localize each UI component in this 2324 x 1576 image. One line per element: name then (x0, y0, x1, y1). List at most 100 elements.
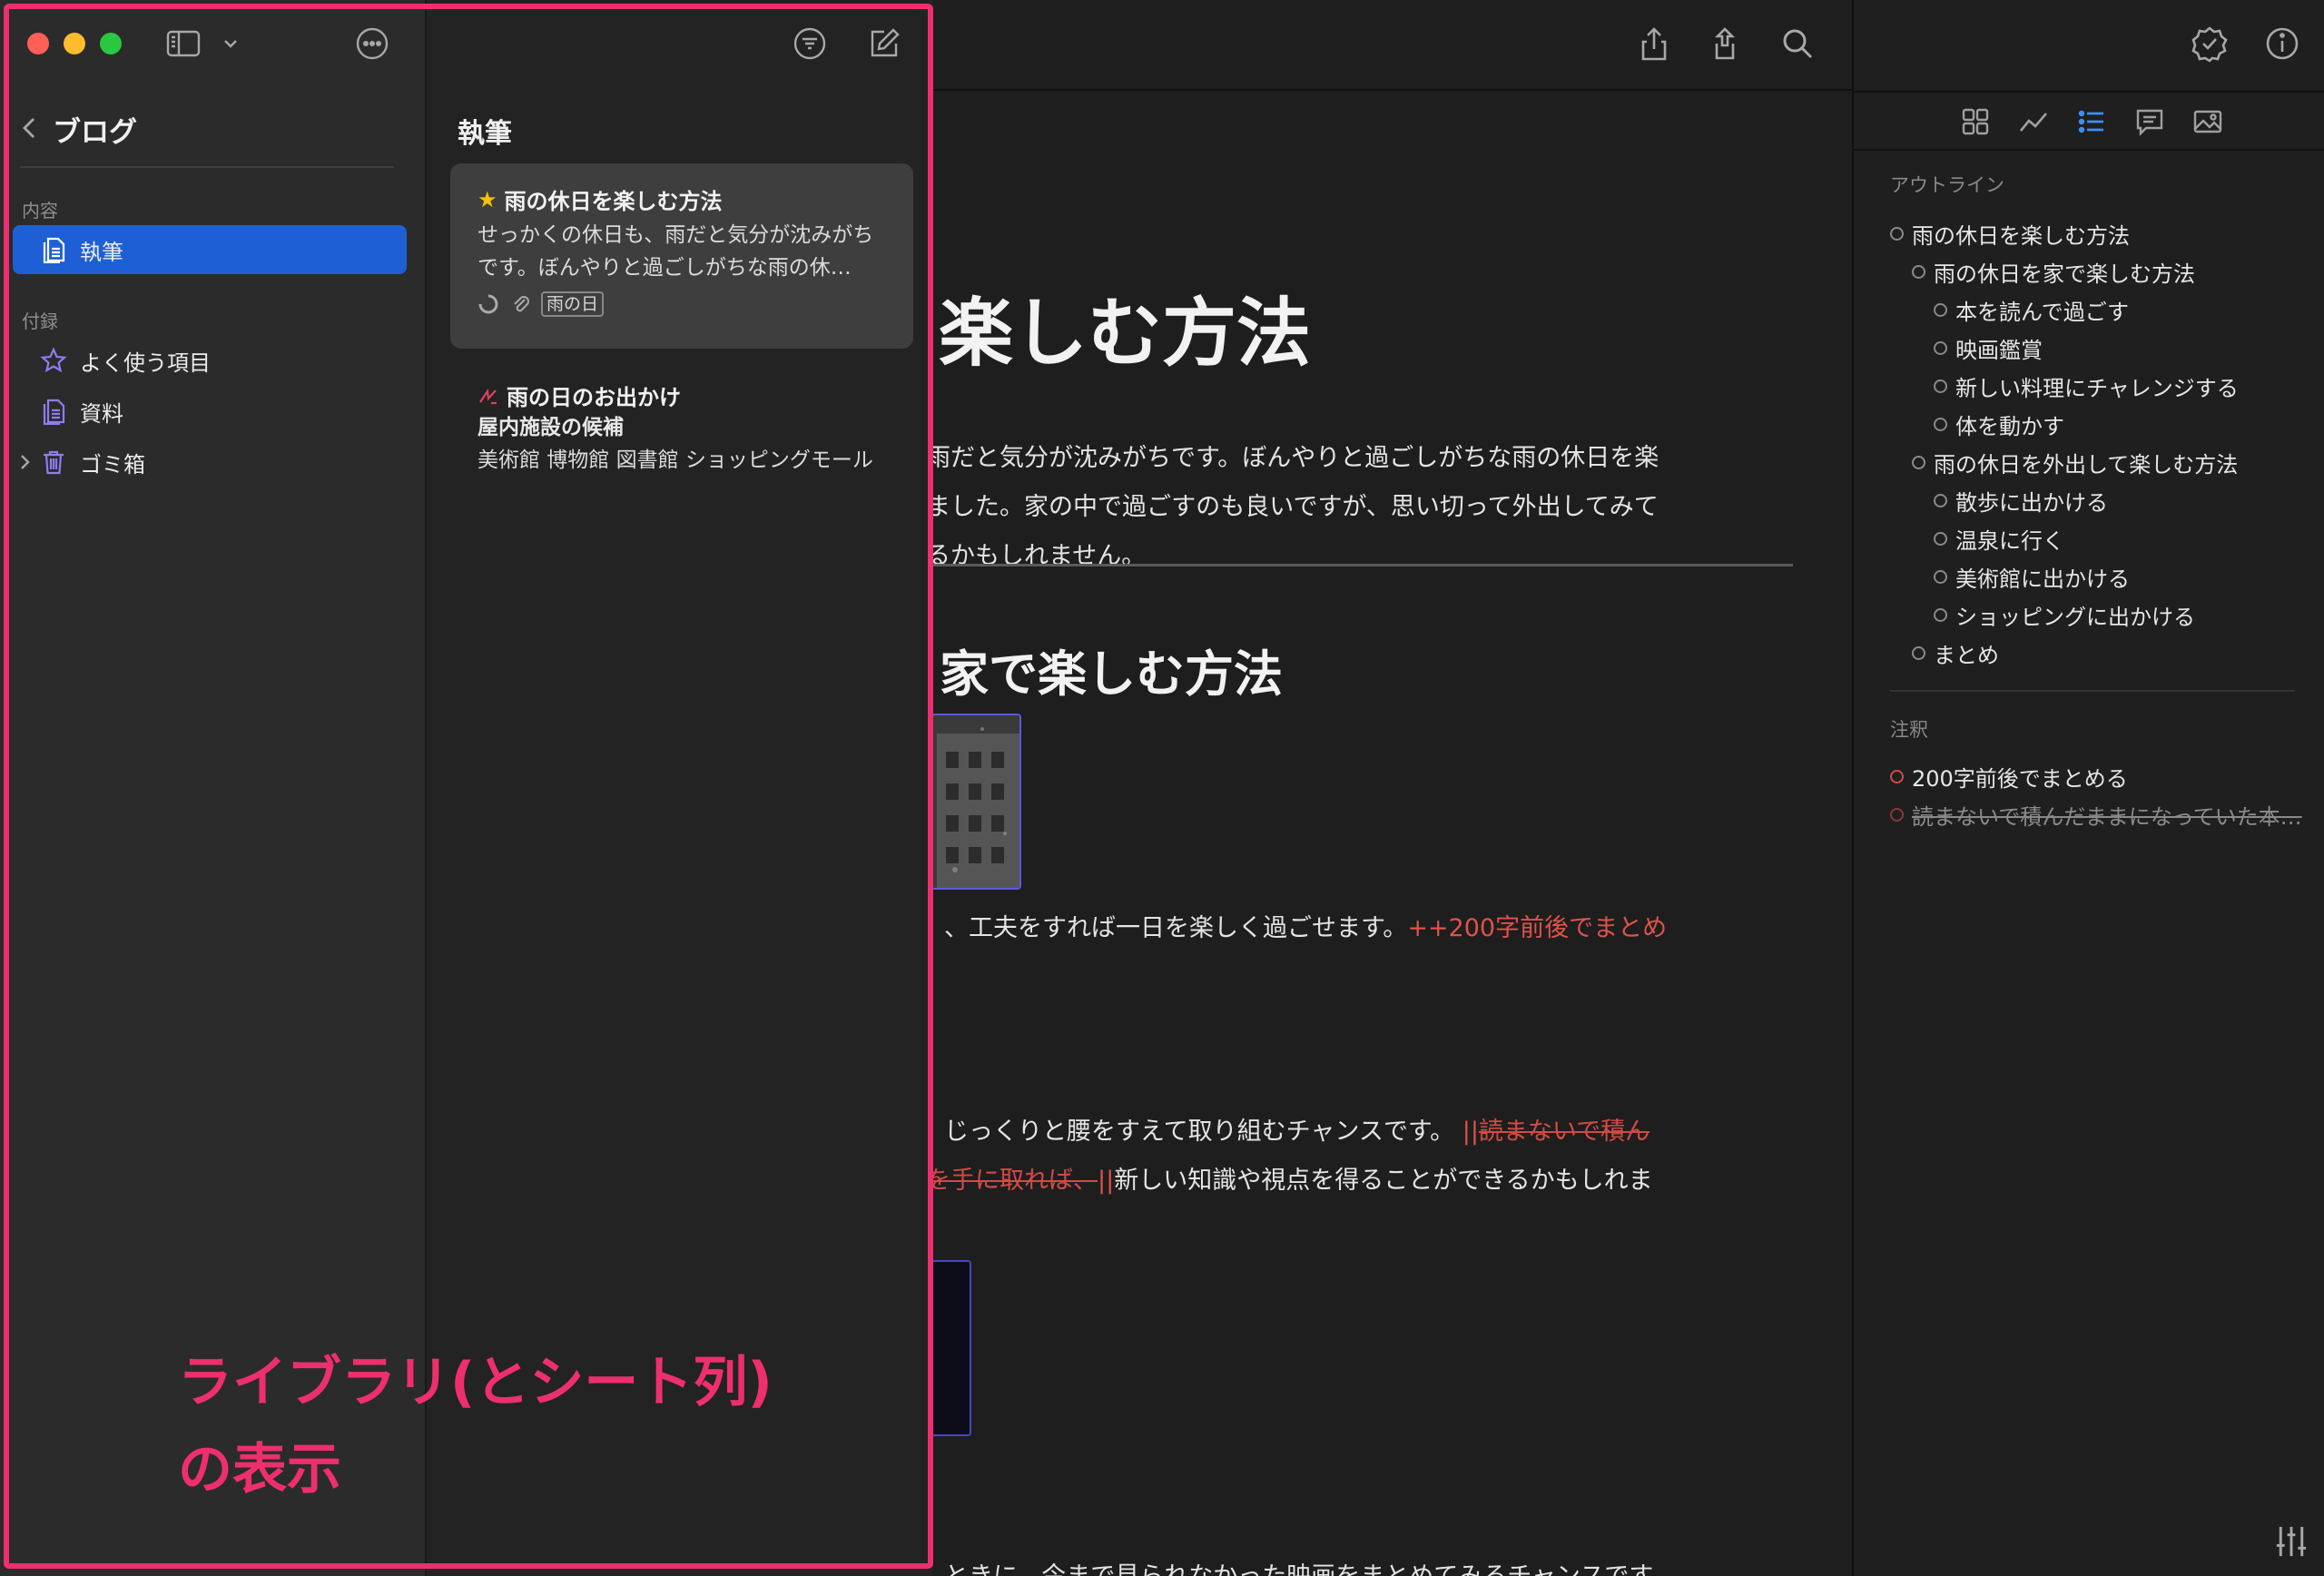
info-icon[interactable] (2262, 24, 2302, 64)
settings-sliders-icon[interactable] (2271, 1522, 2307, 1557)
sheet-meta: 雨の日 (478, 291, 886, 317)
sidebar-item-writing[interactable]: 執筆 (13, 225, 407, 274)
paragraph-line: ときに、今まで見られなかった映画をまとめてみるチャンスです。 (944, 1556, 1676, 1576)
sheet-title-row: 雨の日のお出かけ (478, 379, 886, 411)
star-icon (40, 347, 67, 374)
sidebar-item-label: よく使う項目 (80, 350, 211, 376)
outline-dot (1934, 379, 1947, 393)
outline-dot (1934, 303, 1947, 317)
outline-text: 雨の休日を楽しむ方法 (1912, 223, 2130, 249)
outline-item[interactable]: 本を読んで過ごす (1934, 294, 2129, 326)
progress-ring-icon (478, 293, 499, 315)
insertion-annotation[interactable]: ++200字前後でまとめ (1407, 914, 1667, 942)
outline-item[interactable]: 映画鑑賞 (1934, 332, 2043, 364)
annotation-text: 読まないで積んだままになっていた本… (1912, 804, 2302, 830)
images-icon[interactable] (2191, 105, 2224, 138)
outline-dot (1934, 341, 1947, 355)
paperclip-icon (510, 293, 532, 315)
minimize-window-button[interactable] (64, 33, 85, 54)
star-icon: ★ (478, 186, 497, 212)
outline-item[interactable]: 美術館に出かける (1934, 561, 2130, 593)
outline-item[interactable]: 体を動かす (1934, 409, 2064, 440)
sheet-card[interactable]: ★ 雨の休日を楽しむ方法 せっかくの休日も、雨だと気分が沈みがちです。ぼんやりと… (450, 163, 913, 349)
section-heading: 家で楽しむ方法 (940, 645, 1283, 703)
outline-item[interactable]: 雨の休日を家で楽しむ方法 (1912, 256, 2195, 288)
outline-icon[interactable] (2075, 105, 2108, 138)
attachments-section-label: 付録 (22, 310, 58, 332)
compose-icon[interactable] (866, 25, 902, 62)
annotation-dot (1890, 808, 1904, 822)
paragraph-line: を手に取れば、||新しい知識や視点を得ることができるかもしれま (926, 1160, 1653, 1196)
sidebar-item-label: 資料 (80, 400, 123, 427)
overview-icon[interactable] (1959, 105, 1992, 138)
library-title[interactable]: ブログ (53, 109, 137, 150)
goal-check-icon[interactable] (2190, 24, 2230, 64)
annotation-item[interactable]: 200字前後でまとめる (1890, 761, 2128, 793)
outline-dot (1934, 570, 1947, 584)
annotation-dot (1890, 770, 1904, 783)
sidebar-item-materials[interactable]: 資料 (13, 387, 407, 436)
paragraph-line: 、工夫をすれば一日を楽しく過ごせます。++200字前後でまとめ (944, 908, 1667, 943)
sheet-title: 雨の日のお出かけ (507, 385, 681, 410)
sheet-subtitle: 屋内施設の候補 (478, 416, 624, 439)
keyword-tag[interactable]: 雨の日 (541, 291, 605, 317)
deletion-marker: || (1098, 1167, 1115, 1195)
outline-dot (1934, 532, 1947, 546)
outline-dot (1912, 646, 1925, 660)
outline-dot (1912, 456, 1925, 469)
deletion-annotation[interactable]: 読まないで積ん (1479, 1118, 1649, 1146)
more-options-icon[interactable] (354, 25, 390, 62)
sheet-card[interactable]: 雨の日のお出かけ 屋内施設の候補 美術館 博物館 図書館 ショッピングモール (450, 360, 913, 532)
outline-dot (1912, 265, 1925, 279)
outline-dot (1890, 227, 1904, 241)
divider (1890, 690, 2295, 692)
paragraph-line: ました。家の中で過ごすのも良いですが、思い切って外出してみて (926, 493, 1659, 521)
close-window-button[interactable] (27, 33, 49, 54)
inspector-pane: アウトライン 雨の休日を楽しむ方法 雨の休日を家で楽しむ方法 本を読んで過ごす 映画鑑… (1852, 0, 2324, 1576)
outline-text: 体を動かす (1955, 414, 2064, 439)
outline-item[interactable]: 新しい料理にチャレンジする (1934, 370, 2239, 402)
divider (20, 166, 394, 168)
inspector-tabs (1854, 91, 2324, 151)
outline-dot (1934, 608, 1947, 622)
sheet-excerpt: せっかくの休日も、雨だと気分が沈みがちです。ぼんやりと過ごしがちな雨の休… (478, 223, 874, 280)
outline-text: 散歩に出かける (1955, 490, 2108, 516)
outline-item[interactable]: 温泉に行く (1934, 523, 2064, 555)
outline-item[interactable]: ショッピングに出かける (1934, 599, 2195, 631)
progress-icon[interactable] (2017, 105, 2050, 138)
sidebar-item-trash[interactable]: ゴミ箱 (13, 438, 407, 487)
sidebar-item-label: ゴミ箱 (80, 451, 145, 478)
paragraph-text: じっくりと腰をすえて取り組むチャンスです。 (944, 1118, 1455, 1146)
annotation-text: 200字前後でまとめる (1912, 766, 2128, 792)
horizontal-rule (908, 564, 1793, 566)
paragraph-line: じっくりと腰をすえて取り組むチャンスです。 ||読まないで積ん (944, 1111, 1649, 1147)
contents-section-label: 内容 (22, 200, 58, 222)
outline-text: 美術館に出かける (1955, 566, 2130, 592)
deletion-marker: || (1462, 1118, 1479, 1146)
outline-item[interactable]: 雨の休日を外出して楽しむ方法 (1912, 447, 2238, 478)
sheet-excerpt: 美術館 博物館 図書館 ショッピングモール (478, 448, 873, 472)
paragraph-line: 雨だと気分が沈みがちです。ぼんやりと過ごしがちな雨の休日を楽 (926, 444, 1659, 472)
comments-icon[interactable] (2133, 105, 2166, 138)
outline-item[interactable]: まとめ (1912, 637, 1999, 669)
deletion-annotation[interactable]: を手に取れば、 (926, 1167, 1098, 1195)
annotation-item[interactable]: 読まないで積んだままになっていた本… (1890, 799, 2302, 831)
outline-text: 雨の休日を外出して楽しむ方法 (1934, 452, 2239, 478)
outline-text: 新しい料理にチャレンジする (1955, 376, 2239, 401)
outline-text: まとめ (1934, 643, 1999, 668)
sheet-title-row: ★ 雨の休日を楽しむ方法 (478, 183, 886, 215)
chevron-down-icon[interactable] (222, 34, 240, 53)
sidebar-toggle-icon[interactable] (165, 27, 202, 60)
sidebar-item-favorites[interactable]: よく使う項目 (13, 336, 407, 385)
sheet-list-title: 執筆 (458, 118, 512, 150)
paragraph-text: 、工夫をすれば一日を楽しく過ごせます。 (944, 914, 1408, 942)
outline-text: 映画鑑賞 (1955, 338, 2043, 363)
sheet-title: 雨の休日を楽しむ方法 (504, 189, 723, 214)
filter-icon[interactable] (792, 25, 828, 62)
outline-item[interactable]: 散歩に出かける (1934, 485, 2108, 517)
back-chevron-icon[interactable] (18, 114, 40, 142)
outline-item[interactable]: 雨の休日を楽しむ方法 (1890, 218, 2130, 250)
annotations-section-label: 注釈 (1890, 719, 1928, 741)
document-icon (40, 398, 67, 426)
zoom-window-button[interactable] (100, 33, 122, 54)
